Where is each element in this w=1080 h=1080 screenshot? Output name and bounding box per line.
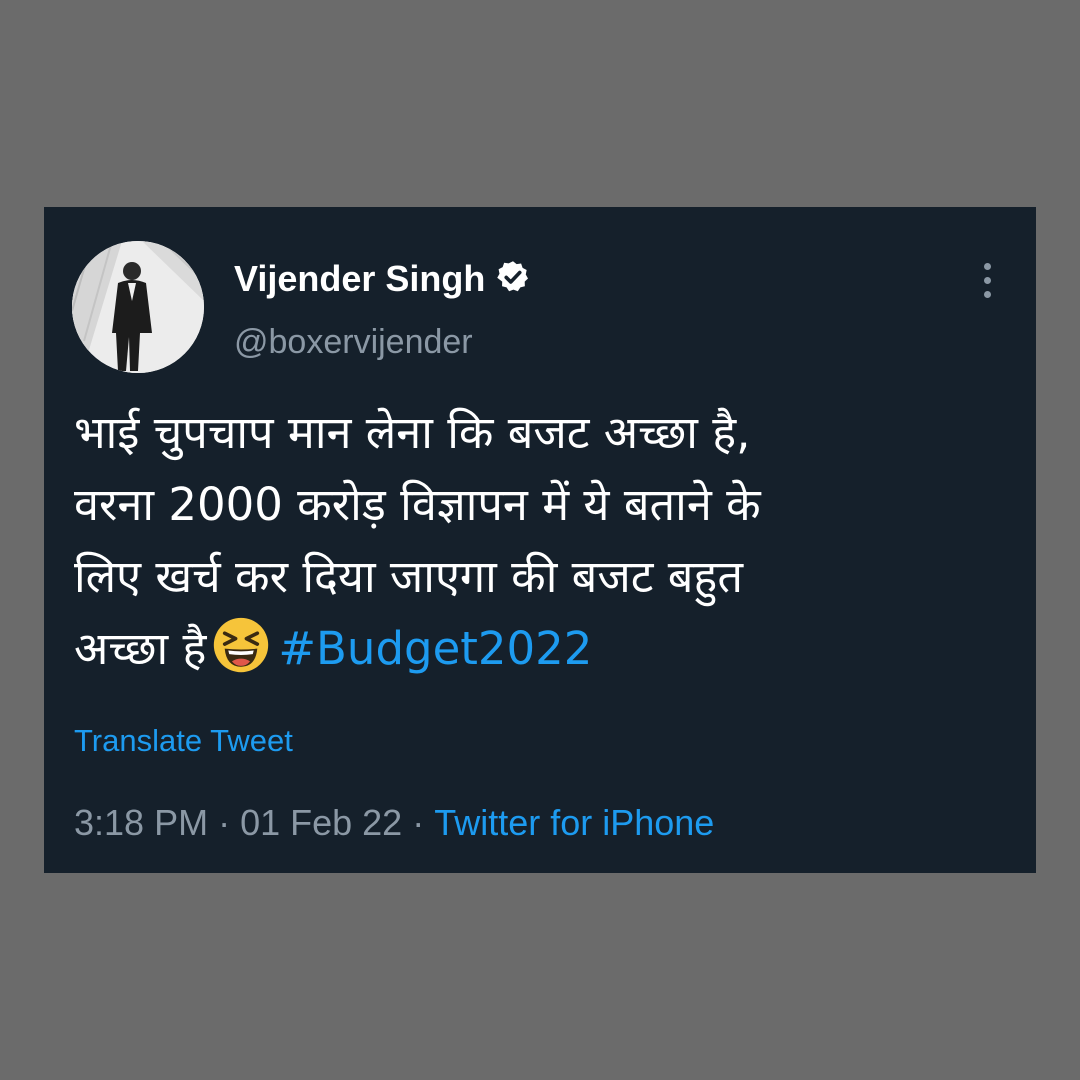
author-handle[interactable]: @boxervijender: [234, 320, 473, 364]
tweet-card: Vijender Singh @boxervijender भाई चुपचाप…: [44, 207, 1036, 873]
dot: [984, 277, 991, 284]
tweet-text-line: लिए खर्च कर दिया जाएगा की बजट बहुत: [74, 550, 743, 603]
dot: [984, 291, 991, 298]
verified-badge-icon: [497, 261, 529, 292]
tweet-meta: 3:18 PM · 01 Feb 22 · Twitter for iPhone: [74, 801, 714, 845]
tweet-time[interactable]: 3:18 PM: [74, 802, 208, 843]
dot: [984, 263, 991, 270]
tweet-date[interactable]: 01 Feb 22: [240, 802, 402, 843]
author-name-row[interactable]: Vijender Singh: [234, 257, 531, 301]
translate-tweet-link[interactable]: Translate Tweet: [74, 721, 293, 761]
separator: ·: [412, 802, 425, 843]
avatar-photo: [72, 241, 204, 373]
author-name[interactable]: Vijender Singh: [234, 258, 485, 299]
tweet-text-line: वरना 2000 करोड़ विज्ञापन में ये बताने के: [74, 478, 761, 531]
tweet-text-last-line: अच्छा है #Budget2022: [74, 613, 1014, 685]
tweet-text: भाई चुपचाप मान लेना कि बजट अच्छा है, वरन…: [74, 397, 1014, 685]
laughing-emoji-icon: [214, 617, 269, 673]
tweet-source-link[interactable]: Twitter for iPhone: [434, 802, 714, 843]
hashtag-link[interactable]: #Budget2022: [278, 622, 592, 675]
avatar[interactable]: [72, 241, 204, 373]
tweet-text-line: भाई चुपचाप मान लेना कि बजट अच्छा है,: [74, 406, 751, 459]
more-options-icon[interactable]: [970, 261, 1006, 301]
separator: ·: [218, 802, 231, 843]
tweet-text-line: अच्छा है: [74, 622, 207, 675]
